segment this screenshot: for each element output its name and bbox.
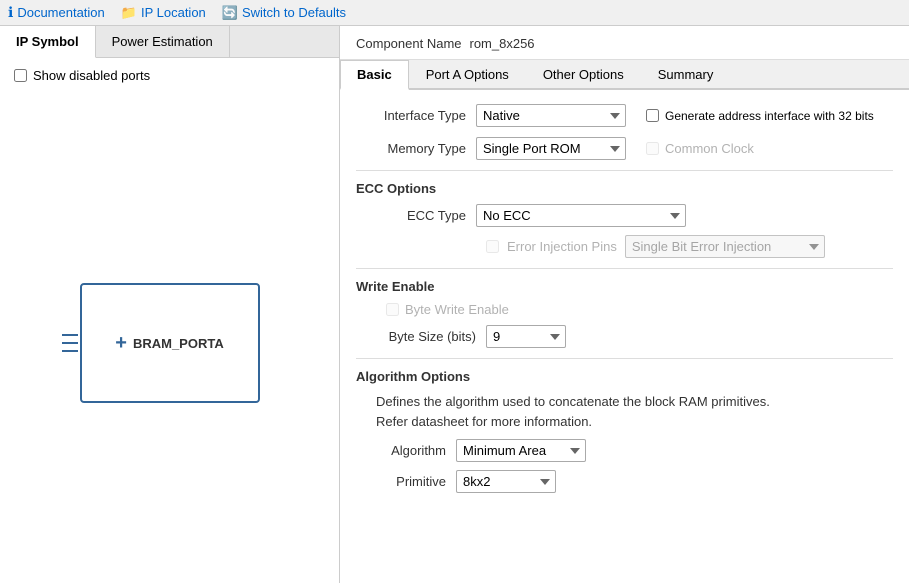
- tab-port-a-options[interactable]: Port A Options: [409, 60, 526, 90]
- left-tab-content: Show disabled ports: [0, 58, 339, 103]
- memory-type-label: Memory Type: [356, 141, 476, 156]
- component-name-value: rom_8x256: [470, 36, 535, 51]
- interface-type-row: Interface Type Native AXI4 Generate addr…: [356, 104, 893, 127]
- ecc-type-label: ECC Type: [376, 208, 476, 223]
- right-panel: Component Name rom_8x256 Basic Port A Op…: [340, 26, 909, 583]
- tab-ip-symbol[interactable]: IP Symbol: [0, 26, 96, 58]
- memory-type-select[interactable]: Single Port ROM Simple Dual Port RAM Tru…: [476, 137, 626, 160]
- byte-write-enable-label: Byte Write Enable: [405, 302, 509, 317]
- primitive-select[interactable]: 8kx2 4kx4 2kx9: [456, 470, 556, 493]
- symbol-area: + BRAM_PORTA: [0, 103, 339, 583]
- show-disabled-ports-checkbox[interactable]: [14, 69, 27, 82]
- left-panel: IP Symbol Power Estimation Show disabled…: [0, 26, 340, 583]
- error-injection-row: Error Injection Pins Single Bit Error In…: [486, 235, 893, 258]
- bram-plus-icon: +: [115, 332, 127, 355]
- algorithm-section-header: Algorithm Options: [356, 369, 893, 384]
- show-disabled-ports-row: Show disabled ports: [14, 68, 325, 83]
- component-name-label: Component Name: [356, 36, 462, 51]
- error-injection-pins-label: Error Injection Pins: [507, 239, 617, 254]
- byte-size-select[interactable]: 8 9: [486, 325, 566, 348]
- bram-line-3: [62, 350, 78, 352]
- tab-basic[interactable]: Basic: [340, 60, 409, 90]
- ecc-section-header: ECC Options: [356, 181, 893, 196]
- bram-port-lines: [62, 334, 78, 352]
- location-label: IP Location: [141, 5, 206, 20]
- documentation-link[interactable]: ℹ Documentation: [8, 4, 105, 21]
- byte-size-row: Byte Size (bits) 8 9: [376, 325, 893, 348]
- byte-write-enable-checkbox[interactable]: [386, 303, 399, 316]
- byte-write-enable-row: Byte Write Enable: [386, 302, 893, 317]
- interface-type-select[interactable]: Native AXI4: [476, 104, 626, 127]
- common-clock-label: Common Clock: [665, 141, 754, 156]
- ecc-type-select[interactable]: No ECC Hamming ECC SEC/DED ECC: [476, 204, 686, 227]
- error-injection-select[interactable]: Single Bit Error Injection Double Bit Er…: [625, 235, 825, 258]
- byte-size-label: Byte Size (bits): [376, 329, 486, 344]
- left-tabs: IP Symbol Power Estimation: [0, 26, 339, 58]
- write-enable-section-header: Write Enable: [356, 279, 893, 294]
- ecc-separator: [356, 170, 893, 171]
- bram-container: + BRAM_PORTA: [80, 283, 260, 403]
- ip-location-link[interactable]: 📁 IP Location: [121, 5, 206, 21]
- algorithm-sub-section: Defines the algorithm used to concatenat…: [376, 392, 893, 493]
- ecc-type-row: ECC Type No ECC Hamming ECC SEC/DED ECC: [376, 204, 893, 227]
- bram-line-1: [62, 334, 78, 336]
- basic-tab-content: Interface Type Native AXI4 Generate addr…: [340, 90, 909, 515]
- tab-other-options[interactable]: Other Options: [526, 60, 641, 90]
- right-tabs: Basic Port A Options Other Options Summa…: [340, 60, 909, 90]
- algorithm-description: Defines the algorithm used to concatenat…: [376, 392, 893, 431]
- algorithm-select[interactable]: Minimum Area Low Power Fixed Primitive: [456, 439, 586, 462]
- switch-defaults-link[interactable]: 🔄 Switch to Defaults: [222, 5, 346, 21]
- generate-32bit-row: Generate address interface with 32 bits: [646, 109, 874, 123]
- algorithm-label: Algorithm: [376, 443, 456, 458]
- error-injection-pins-checkbox[interactable]: [486, 240, 499, 253]
- main-layout: IP Symbol Power Estimation Show disabled…: [0, 26, 909, 583]
- bram-symbol-box: + BRAM_PORTA: [80, 283, 260, 403]
- refresh-icon: 🔄: [222, 5, 238, 21]
- algorithm-separator: [356, 358, 893, 359]
- switch-defaults-label: Switch to Defaults: [242, 5, 346, 20]
- common-clock-row: Common Clock: [646, 141, 754, 156]
- component-name-row: Component Name rom_8x256: [340, 26, 909, 60]
- show-disabled-ports-label: Show disabled ports: [33, 68, 150, 83]
- top-bar: ℹ Documentation 📁 IP Location 🔄 Switch t…: [0, 0, 909, 26]
- generate-32bit-label: Generate address interface with 32 bits: [665, 109, 874, 123]
- bram-label: + BRAM_PORTA: [115, 332, 223, 355]
- write-enable-separator: [356, 268, 893, 269]
- bram-name: BRAM_PORTA: [133, 336, 224, 351]
- interface-type-label: Interface Type: [356, 108, 476, 123]
- generate-32bit-checkbox[interactable]: [646, 109, 659, 122]
- ecc-sub-section: ECC Type No ECC Hamming ECC SEC/DED ECC …: [376, 204, 893, 258]
- algorithm-row: Algorithm Minimum Area Low Power Fixed P…: [376, 439, 893, 462]
- documentation-icon: ℹ: [8, 4, 13, 21]
- primitive-row: Primitive 8kx2 4kx4 2kx9: [376, 470, 893, 493]
- documentation-label: Documentation: [17, 5, 104, 20]
- tab-summary[interactable]: Summary: [641, 60, 731, 90]
- bram-line-2: [62, 342, 78, 344]
- memory-type-row: Memory Type Single Port ROM Simple Dual …: [356, 137, 893, 160]
- primitive-label: Primitive: [376, 474, 456, 489]
- write-enable-sub-section: Byte Write Enable Byte Size (bits) 8 9: [376, 302, 893, 348]
- location-icon: 📁: [121, 5, 137, 21]
- tab-power-estimation[interactable]: Power Estimation: [96, 26, 230, 57]
- common-clock-checkbox[interactable]: [646, 142, 659, 155]
